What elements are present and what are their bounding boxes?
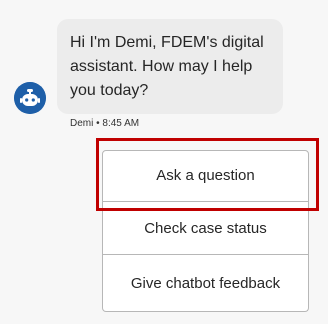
- bot-message-text: Hi I'm Demi, FDEM's digital assistant. H…: [70, 34, 264, 99]
- ask-question-button[interactable]: Ask a question: [102, 150, 309, 202]
- quick-reply-options: Ask a question Check case status Give ch…: [102, 150, 309, 312]
- check-case-status-button[interactable]: Check case status: [102, 202, 309, 255]
- give-chatbot-feedback-button[interactable]: Give chatbot feedback: [102, 255, 309, 312]
- robot-icon: [14, 82, 46, 114]
- message-meta: Demi • 8:45 AM: [70, 118, 140, 129]
- bot-message-bubble: Hi I'm Demi, FDEM's digital assistant. H…: [57, 19, 283, 114]
- bot-avatar: [14, 82, 46, 114]
